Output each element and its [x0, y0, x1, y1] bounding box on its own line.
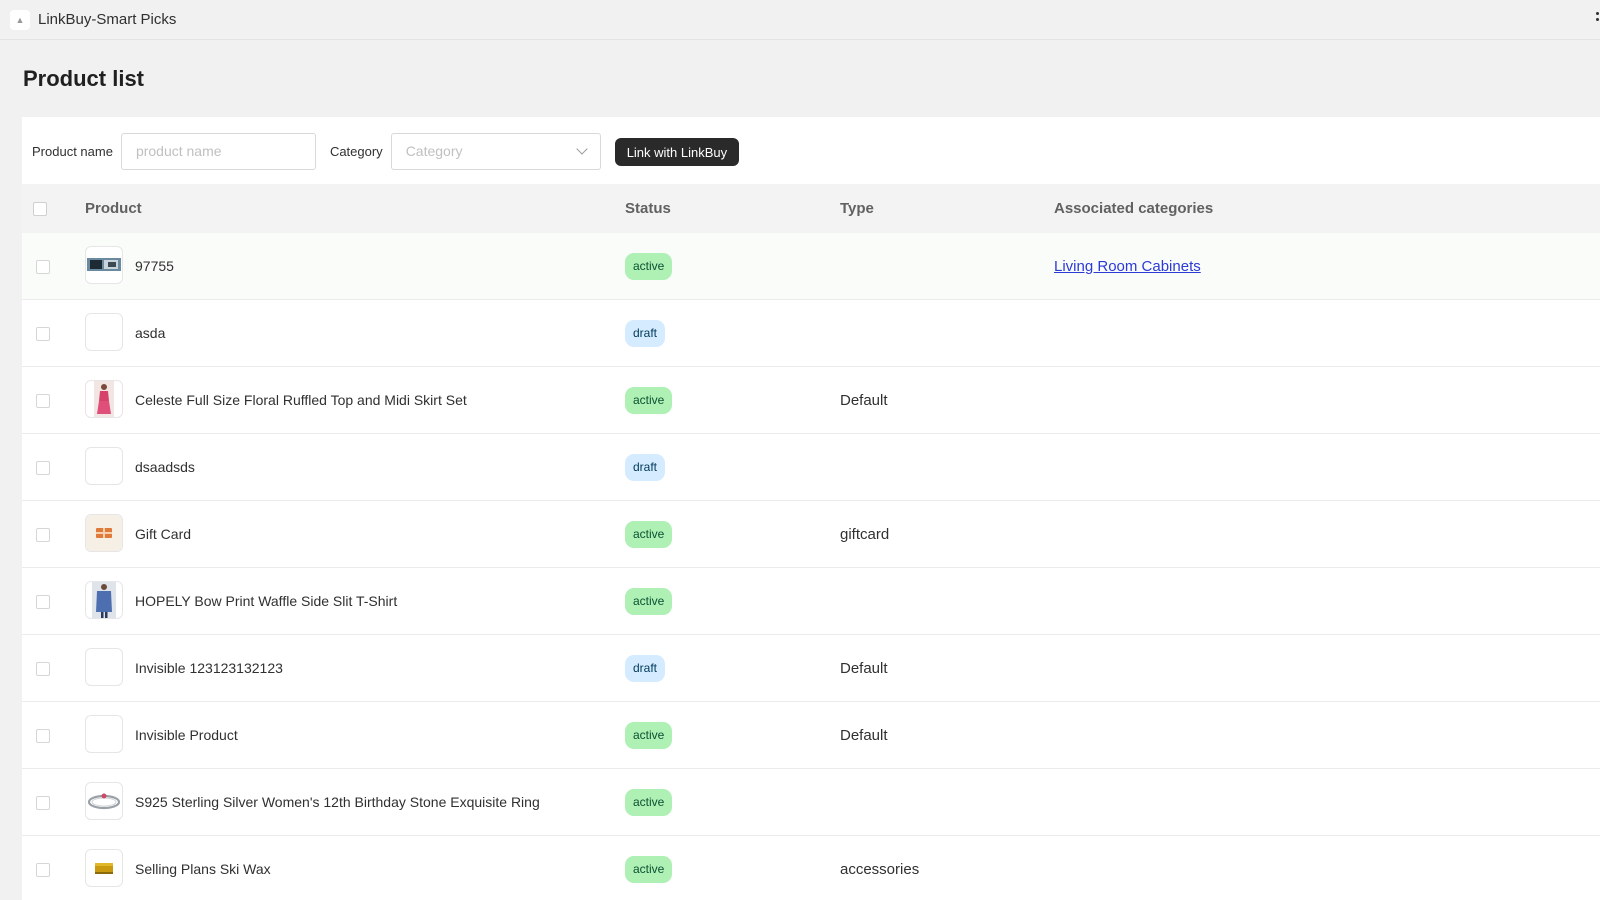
row-checkbox[interactable] — [36, 327, 50, 341]
column-header-product[interactable]: Product — [85, 184, 142, 233]
product-name-label: Product name — [32, 143, 113, 159]
row-checkbox[interactable] — [36, 461, 50, 475]
product-name[interactable]: Selling Plans Ski Wax — [135, 836, 271, 900]
status-badge: draft — [625, 655, 666, 682]
associated-category-link[interactable]: Living Room Cabinets — [1054, 233, 1201, 301]
table-row[interactable]: Gift Card active giftcard — [22, 501, 1600, 568]
table-row[interactable]: Selling Plans Ski Wax active accessories — [22, 836, 1600, 900]
status-badge: active — [625, 253, 673, 280]
link-with-linkbuy-button[interactable]: Link with LinkBuy — [614, 138, 740, 166]
category-select-placeholder: Category — [405, 143, 463, 159]
status-badge: active — [625, 856, 673, 883]
app-logo-icon: ▲ — [10, 9, 30, 30]
row-checkbox[interactable] — [36, 260, 50, 274]
column-header-status[interactable]: Status — [625, 184, 671, 233]
row-checkbox[interactable] — [36, 528, 50, 542]
more-options-icon[interactable] — [1596, 12, 1600, 26]
table-row[interactable]: Invisible 123123132123 draft Default — [22, 635, 1600, 702]
product-list-card: Product name Category Category Link with… — [22, 117, 1600, 900]
status-badge: active — [625, 722, 673, 749]
category-select[interactable]: Category — [390, 132, 601, 170]
table-row[interactable]: asda draft — [22, 300, 1600, 367]
product-name[interactable]: Gift Card — [135, 501, 191, 567]
row-checkbox[interactable] — [36, 863, 50, 877]
table-row[interactable]: Invisible Product active Default — [22, 702, 1600, 769]
status-badge: active — [625, 521, 673, 548]
table-row[interactable]: dsaadsds draft — [22, 434, 1600, 501]
status-badge: active — [625, 789, 673, 816]
product-name[interactable]: 97755 — [135, 233, 174, 299]
row-checkbox[interactable] — [36, 394, 50, 408]
product-type: Default — [840, 727, 888, 744]
status-badge: active — [625, 387, 673, 414]
product-name[interactable]: Celeste Full Size Floral Ruffled Top and… — [135, 367, 467, 433]
chevron-down-icon — [576, 143, 588, 155]
category-label: Category — [329, 143, 383, 159]
table-header: Product Status Type Associated categorie… — [22, 184, 1600, 233]
product-name[interactable]: Invisible 123123132123 — [135, 635, 283, 701]
product-thumbnail — [85, 514, 123, 552]
filter-bar: Product name Category Category Link with… — [22, 117, 1600, 185]
table-row[interactable]: HOPELY Bow Print Waffle Side Slit T-Shir… — [22, 568, 1600, 635]
product-thumbnail — [85, 246, 123, 284]
row-checkbox[interactable] — [36, 796, 50, 810]
table-row[interactable]: S925 Sterling Silver Women's 12th Birthd… — [22, 769, 1600, 836]
product-type: giftcard — [840, 526, 890, 543]
column-header-associated-categories[interactable]: Associated categories — [1054, 184, 1213, 233]
product-thumbnail — [85, 648, 123, 686]
column-header-type[interactable]: Type — [840, 184, 874, 233]
select-all-checkbox[interactable] — [33, 202, 47, 216]
product-name[interactable]: dsaadsds — [135, 434, 195, 500]
product-thumbnail — [85, 581, 123, 619]
product-type: Default — [840, 660, 888, 677]
row-checkbox[interactable] — [36, 662, 50, 676]
product-thumbnail — [85, 849, 123, 887]
product-thumbnail — [85, 782, 123, 820]
product-name-input[interactable] — [120, 132, 316, 170]
product-thumbnail — [85, 380, 123, 418]
product-thumbnail — [85, 447, 123, 485]
app-title: LinkBuy-Smart Picks — [38, 11, 177, 28]
status-badge: draft — [625, 320, 666, 347]
product-type: accessories — [840, 861, 920, 878]
product-thumbnail — [85, 715, 123, 753]
product-thumbnail — [85, 313, 123, 351]
table-row[interactable]: Celeste Full Size Floral Ruffled Top and… — [22, 367, 1600, 434]
product-name[interactable]: Invisible Product — [135, 702, 238, 768]
app-header: ▲ LinkBuy-Smart Picks — [0, 0, 1600, 40]
row-checkbox[interactable] — [36, 729, 50, 743]
status-badge: draft — [625, 454, 666, 481]
status-badge: active — [625, 588, 673, 615]
product-name[interactable]: asda — [135, 300, 165, 366]
product-name[interactable]: HOPELY Bow Print Waffle Side Slit T-Shir… — [135, 568, 397, 634]
row-checkbox[interactable] — [36, 595, 50, 609]
product-type: Default — [840, 392, 888, 409]
page-title: Product list — [23, 66, 145, 91]
table-body: 97755 active Living Room Cabinets asda d… — [22, 233, 1600, 900]
product-name[interactable]: S925 Sterling Silver Women's 12th Birthd… — [135, 769, 540, 835]
table-row[interactable]: 97755 active Living Room Cabinets — [22, 233, 1600, 300]
